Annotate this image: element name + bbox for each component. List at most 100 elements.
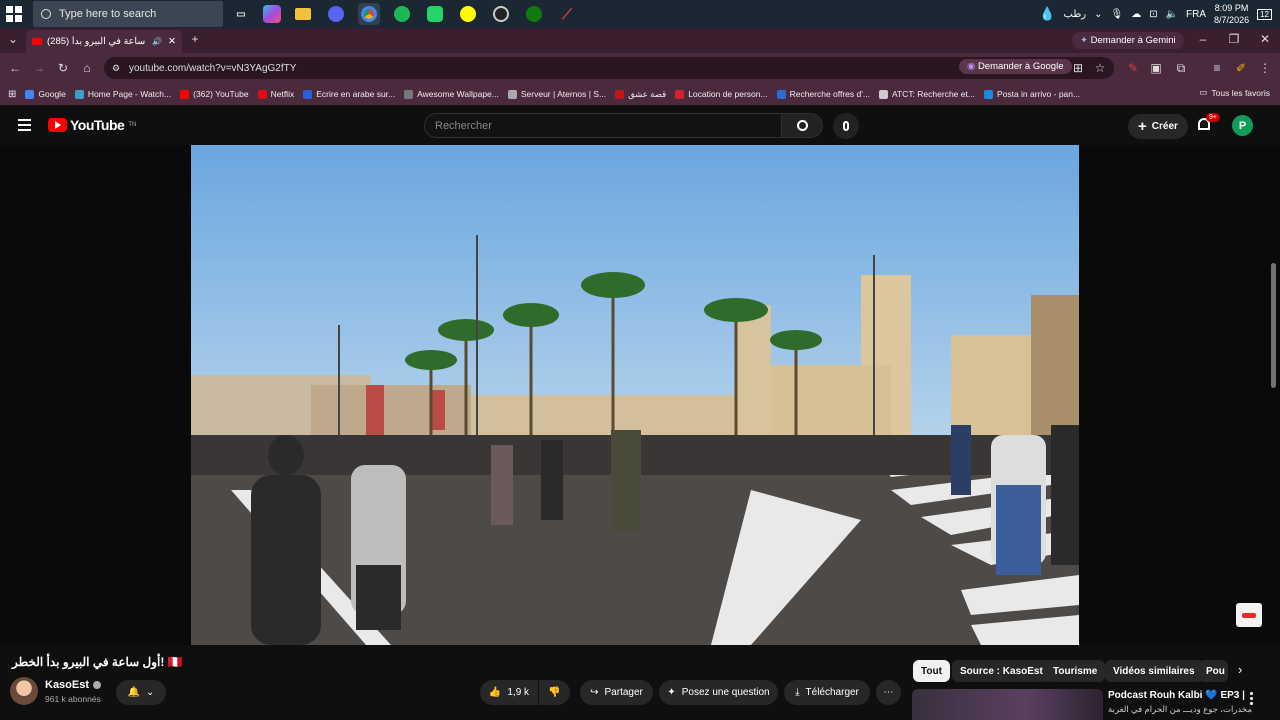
chip-all[interactable]: Tout [913,660,950,682]
close-window-icon[interactable]: ✕ [1258,32,1272,46]
task-view-icon[interactable]: ▭ [230,3,252,25]
chip-more[interactable]: Pou [1198,660,1228,682]
copilot-icon[interactable] [263,5,281,23]
reading-list-icon[interactable]: ≡ [1210,61,1224,75]
microphone-icon[interactable]: 🎙 [1111,9,1124,20]
discord-icon[interactable] [325,3,347,25]
reload-icon[interactable]: ↻ [56,61,70,75]
cloud-icon[interactable]: ☁ [1131,9,1141,20]
app-icon[interactable]: ⟋ [556,3,578,25]
bookmark-item[interactable]: (362) YouTube [180,89,249,99]
extension-red-icon[interactable]: ✎ [1126,61,1140,75]
tab-title: (285) أول ساعة في البيرو بدأ [47,36,147,47]
ask-google-button[interactable]: ◉ Demander à Google [959,59,1072,74]
bookmark-star-icon[interactable]: ☆ [1093,61,1107,75]
restore-icon[interactable]: ❐ [1227,32,1241,46]
chip-source[interactable]: Source : KasoEst [952,660,1051,682]
site-info-icon[interactable]: ⚙ [112,63,120,74]
file-explorer-icon[interactable] [292,3,314,25]
bookmark-favicon-icon [507,89,517,99]
bookmark-item[interactable]: ATCT: Recherche et... [878,89,975,99]
bookmark-item[interactable]: Posta in arrivo - pan... [983,89,1080,99]
dislike-button[interactable]: 👎 [539,680,570,705]
share-button[interactable]: ↪ Partager [580,680,653,705]
youtube-search-input[interactable]: Rechercher [424,113,782,138]
chip-tourism[interactable]: Tourisme [1045,660,1106,682]
snapchat-icon[interactable] [457,3,479,25]
chevron-right-icon[interactable]: › [1238,662,1242,677]
download-button[interactable]: ⤓ Télécharger [784,680,870,705]
ask-question-button[interactable]: ✦ Posez une question [659,680,778,705]
youtube-logo[interactable]: YouTube TN [48,117,136,133]
spotify-icon[interactable] [391,3,413,25]
suggested-video-title[interactable]: Podcast Rouh Kalbi 💙 EP3 | [1108,690,1245,701]
youtube-play-icon [48,118,67,132]
profile-icon[interactable]: ✐ [1234,61,1248,75]
verified-icon [93,681,102,689]
bookmark-favicon-icon [675,89,685,99]
bookmark-item[interactable]: Awesome Wallpape... [404,89,499,99]
bookmark-list: Google Home Page - Watch... (362) YouTube N… [16,89,1080,100]
voice-search-button[interactable] [833,113,859,139]
close-tab-icon[interactable]: ✕ [168,36,176,47]
bookmark-item[interactable]: قصة عشق [615,89,666,100]
chrome-menu-icon[interactable]: ⋮ [1258,61,1272,75]
thumbs-up-icon: 👍 [488,687,502,698]
bookmark-favicon-icon [257,89,267,99]
page-scrollbar[interactable] [1271,263,1276,388]
cast-tv-icon[interactable] [1236,603,1262,627]
like-button[interactable]: 👍 1,9 k [480,680,538,705]
bookmark-item[interactable]: Google [25,89,66,99]
audio-icon[interactable]: 🔊 [152,37,162,46]
install-app-icon[interactable]: ⊞ [1071,61,1085,75]
subscriber-count: 961 k abonnés [45,694,101,704]
tab-search-icon[interactable]: ⌄ [6,32,20,46]
youtube-search-button[interactable] [781,113,823,138]
epic-games-icon[interactable] [490,3,512,25]
xbox-icon[interactable] [523,3,545,25]
bookmark-item[interactable]: Ecrire en arabe sur... [303,89,395,99]
user-avatar[interactable]: P [1232,115,1253,136]
search-icon [41,9,51,19]
bookmark-item[interactable]: Netflix [257,89,294,99]
create-button[interactable]: + Créer [1128,114,1188,139]
chevron-up-icon[interactable]: ⌄ [1094,9,1102,20]
weather-icon[interactable]: 💧 [1039,6,1055,22]
network-icon[interactable]: ⊡ [1149,9,1157,20]
taskbar-search-box[interactable]: Type here to search [33,1,223,27]
more-actions-button[interactable]: ⋯ [876,680,901,705]
extensions-puzzle-icon[interactable]: ⧉ [1174,61,1188,75]
video-player[interactable] [0,145,1280,645]
chip-similar[interactable]: Vidéos similaires [1105,660,1203,682]
suggestion-more-icon[interactable] [1250,692,1253,707]
bookmark-item[interactable]: Recherche offres d'... [776,89,870,99]
forward-icon[interactable]: → [32,61,46,75]
gemini-button[interactable]: ✦ Demander à Gemini [1072,32,1184,49]
suggested-video-thumbnail[interactable] [912,689,1103,720]
new-tab-icon[interactable]: + [188,32,202,46]
all-bookmarks[interactable]: ▭ Tous les favoris [1199,87,1270,98]
weather-text: رطب [1063,8,1087,20]
hamburger-menu-icon[interactable] [18,119,31,134]
bookmark-item[interactable]: Serveur | Aternos | S... [507,89,606,99]
notification-icon[interactable]: 12 [1257,8,1272,20]
bookmark-item[interactable]: Home Page - Watch... [74,89,171,99]
language-indicator[interactable]: FRA [1186,9,1206,20]
video-frame[interactable] [191,145,1079,645]
channel-name[interactable]: KasoEst [45,679,102,691]
bookmark-favicon-icon [303,89,313,99]
bookmark-item[interactable]: Location de person... [675,89,768,99]
channel-avatar[interactable] [10,677,38,705]
subscribe-bell-button[interactable]: 🔔 ⌄ [116,680,166,705]
windows-start-icon[interactable] [6,6,22,22]
whatsapp-icon[interactable] [424,3,446,25]
minimize-icon[interactable]: – [1196,32,1210,46]
apps-grid-icon[interactable]: ⊞ [8,89,16,100]
extension-icon-2[interactable]: ▣ [1149,61,1163,75]
chrome-icon[interactable] [358,3,380,25]
home-icon[interactable]: ⌂ [80,61,94,75]
volume-icon[interactable]: 🔈 [1166,9,1178,20]
browser-tab-active[interactable]: (285) أول ساعة في البيرو بدأ 🔊 ✕ [26,30,182,53]
clock[interactable]: 8:09 PM 8/7/2026 [1214,2,1249,26]
back-icon[interactable]: ← [8,61,22,75]
